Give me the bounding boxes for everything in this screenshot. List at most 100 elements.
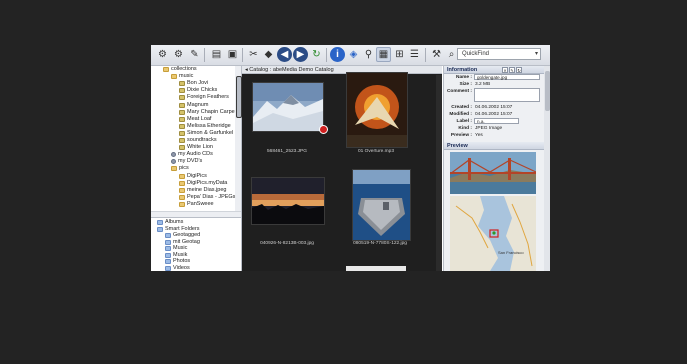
- gear-icon[interactable]: ⚙: [155, 47, 170, 62]
- smart-folder-icon: [165, 239, 171, 245]
- preview-header: Preview: [444, 142, 544, 150]
- tree-item[interactable]: music: [171, 73, 193, 80]
- tree-scrollbar[interactable]: [235, 66, 242, 211]
- tree-item[interactable]: collections: [163, 66, 197, 73]
- scrollbar-thumb[interactable]: [545, 71, 550, 111]
- chevron-down-icon[interactable]: ▾: [535, 49, 538, 59]
- wrench-icon[interactable]: ⚒: [429, 47, 444, 62]
- folder-icon[interactable]: ▣: [225, 47, 240, 62]
- tree-item[interactable]: Mary Chapin Carpe: [179, 109, 235, 116]
- view-list-icon[interactable]: ☰: [407, 47, 422, 62]
- close-icon[interactable]: ✕: [502, 67, 508, 73]
- tree-item[interactable]: Foreign Feathers: [179, 94, 229, 101]
- field-input[interactable]: goldengate.jpg: [474, 74, 540, 80]
- thumbnail-partial[interactable]: [346, 266, 406, 271]
- tree-item[interactable]: meine Dias.jpeg: [179, 187, 226, 194]
- info-icon[interactable]: i: [330, 47, 345, 62]
- thumbnail-sunset-silhouette[interactable]: [251, 177, 325, 225]
- quickfind-input[interactable]: QuickFind ▾: [457, 48, 541, 60]
- edit-icon[interactable]: ✎: [187, 47, 202, 62]
- toolbar-divider: [326, 48, 327, 62]
- item-label: Meat Loaf: [187, 115, 212, 122]
- field-value: 3.2 MB: [475, 82, 491, 87]
- tree-item[interactable]: DigiPics: [179, 173, 207, 180]
- item-label: PanSweee: [187, 200, 214, 207]
- browser-scrollbar[interactable]: [436, 75, 442, 271]
- tree-item[interactable]: Simon & Garfunkel: [179, 130, 233, 137]
- item-label: DigiPics.myData: [187, 179, 228, 186]
- folder-icon: [179, 201, 185, 207]
- settings-icon[interactable]: ⚙: [171, 47, 186, 62]
- info-scrollbar[interactable]: [544, 66, 550, 271]
- info-field-row: Name : goldengate.jpg: [444, 74, 544, 81]
- folder-icon: [163, 67, 169, 72]
- tools-icon[interactable]: ✂: [246, 47, 261, 62]
- map-view[interactable]: San Francisco: [450, 196, 536, 271]
- field-input[interactable]: [474, 88, 540, 102]
- item-label: collections: [171, 66, 197, 72]
- item-label: pics: [179, 165, 189, 172]
- tree-item[interactable]: DigiPics.myData: [179, 180, 227, 187]
- field-value: JPEG Image: [475, 126, 503, 131]
- tree-item[interactable]: my Audio CDs: [171, 151, 213, 158]
- folder-icon: [171, 74, 177, 80]
- tree-item[interactable]: Meat Loaf: [179, 116, 211, 123]
- edit-icon[interactable]: ✎: [509, 67, 515, 73]
- tree-item[interactable]: Magnum: [179, 102, 208, 109]
- scanner-icon[interactable]: ◆: [261, 47, 276, 62]
- tree-item[interactable]: Melissa Etheridge: [179, 123, 231, 130]
- thumbnail-snow-mountain[interactable]: [252, 82, 324, 132]
- sunset-image: [252, 178, 324, 224]
- thumbnail-aircraft-carrier[interactable]: [352, 169, 411, 241]
- field-input[interactable]: n.a.: [474, 118, 519, 124]
- song-icon: [179, 95, 185, 101]
- tree-item[interactable]: Pepa' Dias - JPEGs: [179, 194, 235, 201]
- song-icon: [179, 145, 185, 151]
- tree-item[interactable]: my DVD's: [171, 158, 202, 165]
- item-label: soundtracks: [187, 137, 217, 143]
- song-icon: [179, 123, 185, 129]
- item-label: Foreign Feathers: [187, 94, 229, 101]
- field-value: 04.06.2002 15:07: [475, 112, 513, 117]
- item-label: Magnum: [187, 101, 209, 108]
- field-value: Yes: [475, 133, 483, 138]
- tree-item[interactable]: pics: [171, 165, 189, 172]
- refresh-icon[interactable]: ↻: [516, 67, 522, 73]
- breadcrumb[interactable]: ◂ Catalog : abeMedia Demo Catalog: [242, 66, 442, 74]
- item-label: Videos: [173, 264, 190, 271]
- quickfind-value: QuickFind: [462, 51, 490, 57]
- song-icon: [179, 116, 185, 122]
- tree-item[interactable]: Bon Jovi: [179, 80, 208, 87]
- pin-icon[interactable]: ⚲: [361, 47, 376, 62]
- album-icon: [157, 220, 163, 225]
- tree-item[interactable]: soundtracks: [179, 137, 217, 144]
- view-grid-icon[interactable]: ⊞: [392, 47, 407, 62]
- field-value: 04.06.2002 15:07: [475, 105, 513, 110]
- preview-image[interactable]: [450, 152, 536, 194]
- smart-folder-icon: [165, 259, 171, 264]
- refresh-icon[interactable]: ↻: [309, 47, 324, 62]
- folder-icon: [171, 166, 177, 172]
- back-icon[interactable]: ◀: [277, 47, 292, 62]
- view-large-icon[interactable]: ▦: [376, 47, 391, 62]
- info-field-row: Size :3.2 MB: [444, 81, 544, 88]
- forward-icon[interactable]: ▶: [293, 47, 308, 62]
- field-label: Name :: [456, 75, 472, 80]
- catalog-icon[interactable]: ▤: [209, 47, 224, 62]
- item-label: Mary Chapin Carpe: [187, 108, 235, 115]
- poster-image: [347, 73, 407, 147]
- smart-folder-item[interactable]: Videos: [165, 265, 190, 272]
- toolbar: ⚙ ⚙ ✎ ▤ ▣ ✂ ◆ ◀ ▶ ↻ i ◈ ⚲ ▦ ⊞ ☰ ⚒ ⌕ Quic…: [151, 45, 550, 66]
- thumbnail-star-trek-poster[interactable]: [346, 72, 408, 148]
- field-label: Preview :: [450, 133, 472, 138]
- left-sidebar: collections music Bon Jovi Dixie Chicks Fore…: [151, 66, 242, 271]
- tree-item[interactable]: PanSweee: [179, 201, 214, 208]
- song-icon: [179, 130, 185, 136]
- tree-item[interactable]: White Lion: [179, 144, 213, 151]
- app-window: ⚙ ⚙ ✎ ▤ ▣ ✂ ◆ ◀ ▶ ↻ i ◈ ⚲ ▦ ⊞ ☰ ⚒ ⌕ Quic…: [151, 45, 550, 271]
- smart-folder-icon: [165, 233, 171, 238]
- item-label: White Lion: [187, 144, 213, 151]
- tree-item[interactable]: Dixie Chicks: [179, 87, 217, 94]
- tag-icon[interactable]: ◈: [346, 47, 361, 62]
- smart-folder-icon: [165, 252, 171, 258]
